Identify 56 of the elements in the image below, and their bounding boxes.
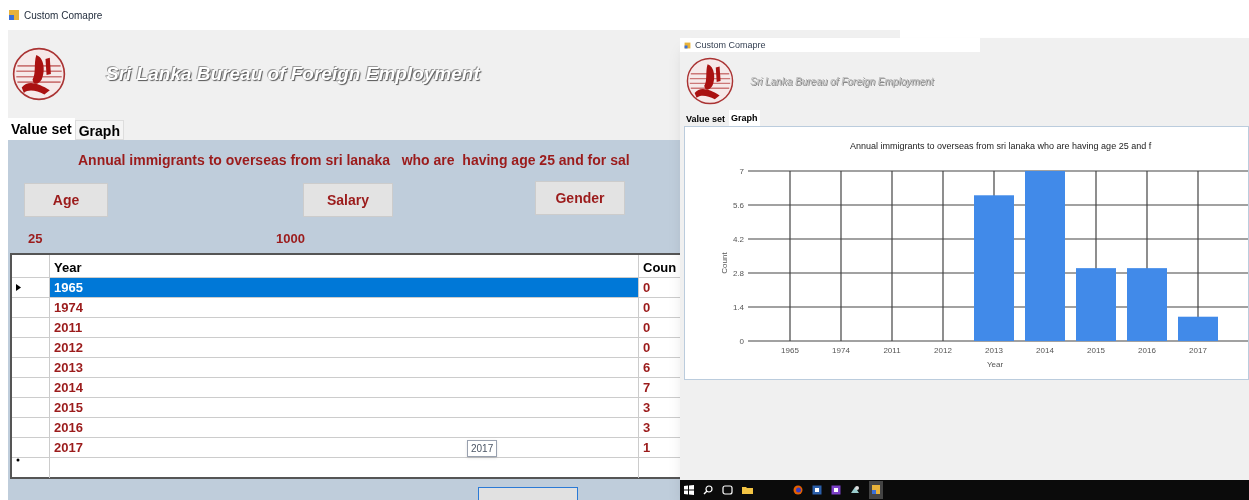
folder-icon[interactable]	[742, 485, 753, 495]
filter-button[interactable]: Gender	[535, 181, 625, 215]
x-axis-label: Year	[986, 360, 1004, 369]
x-tick-label: 2016	[1138, 346, 1156, 355]
x-tick-label: 2017	[1189, 346, 1207, 355]
x-tick-label: 1965	[781, 346, 799, 355]
x-tick-label: 2015	[1087, 346, 1105, 355]
app-icon	[684, 41, 691, 49]
y-tick-label: 5.6	[732, 201, 744, 210]
x-tick-label: 2011	[883, 346, 901, 355]
table-cell[interactable]: 2013	[50, 358, 639, 378]
header-title: Sri Lanka Bureau of Foreign Employment	[750, 74, 934, 89]
browser-icon[interactable]	[793, 485, 803, 495]
search-icon[interactable]	[703, 485, 713, 495]
x-tick-label: 2014	[1036, 346, 1054, 355]
tab[interactable]: Graph	[729, 110, 760, 126]
y-tick-label: 7	[739, 167, 744, 176]
y-tick-label: 1.4	[732, 303, 744, 312]
tab[interactable]: Value set	[8, 118, 75, 140]
app-icon[interactable]	[812, 485, 822, 495]
y-axis-label: Count	[720, 252, 729, 274]
logo-icon	[686, 57, 734, 105]
header-title: Sri Lanka Bureau of Foreign Employment	[106, 61, 480, 87]
filter-value: 25	[28, 230, 43, 248]
y-tick-label: 0	[739, 337, 744, 346]
table-cell[interactable]: 1965	[50, 278, 639, 298]
row-header	[12, 255, 50, 278]
tooltip: 2017	[467, 440, 498, 457]
windows-icon[interactable]	[684, 485, 694, 495]
window-title: Custom Comapre	[24, 8, 103, 23]
filter-value: 1000	[276, 230, 305, 248]
table-cell[interactable]: 2016	[50, 418, 639, 438]
table-cell[interactable]: 1974	[50, 298, 639, 318]
logo-icon	[12, 47, 66, 101]
bar	[1178, 316, 1218, 341]
table-cell[interactable]: 2015	[50, 398, 639, 418]
x-tick-label: 2013	[985, 346, 1003, 355]
chart-title: Annual immigrants to overseas from sri lanaka who are having age 25 and f	[850, 141, 1152, 151]
tab[interactable]: Graph	[74, 120, 124, 140]
table-cell[interactable]: 2012	[50, 338, 639, 358]
app-icon	[8, 9, 20, 21]
filter-button[interactable]: Age	[24, 183, 108, 217]
filter-button[interactable]: Salary	[303, 183, 393, 217]
y-tick-label: 2.8	[732, 269, 744, 278]
x-tick-label: 1974	[832, 346, 850, 355]
current-row-icon	[16, 284, 21, 291]
window-title: Custom Comapre	[695, 39, 766, 51]
y-tick-label: 4.2	[732, 235, 744, 244]
app-icon[interactable]	[831, 485, 841, 495]
table-cell[interactable]: 2011	[50, 318, 639, 338]
description-text: Annual immigrants to overseas from sri lanaka who are having age 25 and for sal	[77, 151, 631, 170]
app-icon[interactable]	[850, 485, 860, 495]
x-tick-label: 2012	[934, 346, 952, 355]
new-row-icon	[16, 458, 20, 462]
task-view-icon[interactable]	[722, 485, 733, 495]
table-cell[interactable]: 2014	[50, 378, 639, 398]
